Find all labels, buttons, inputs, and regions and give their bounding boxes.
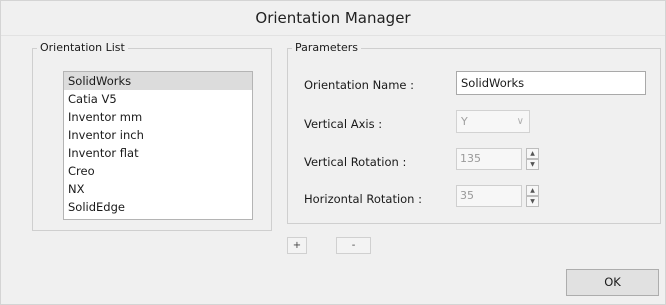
list-item-catia-v5[interactable]: Catia V5: [64, 90, 252, 108]
caret-down-icon: ▼: [530, 198, 535, 205]
orientation-manager-window: Orientation Manager Orientation List Sol…: [0, 0, 666, 305]
orientation-listbox[interactable]: SolidWorks Catia V5 Inventor mm Inventor…: [63, 71, 253, 220]
list-item-inventor-inch[interactable]: Inventor inch: [64, 126, 252, 144]
vertical-axis-label: Vertical Axis :: [304, 117, 383, 131]
vertical-rotation-increment-button[interactable]: ▲: [526, 148, 539, 159]
vertical-rotation-label: Vertical Rotation :: [304, 155, 407, 169]
list-item-inventor-flat[interactable]: Inventor flat: [64, 144, 252, 162]
chevron-down-icon: ∨: [516, 116, 524, 127]
list-item-inventor-mm[interactable]: Inventor mm: [64, 108, 252, 126]
vertical-rotation-field[interactable]: 135: [456, 148, 522, 170]
orientation-name-field[interactable]: SolidWorks: [456, 71, 646, 95]
remove-orientation-button[interactable]: -: [336, 237, 371, 254]
list-item-solidworks[interactable]: SolidWorks: [64, 72, 252, 90]
vertical-axis-select[interactable]: Y ∨: [456, 110, 530, 133]
horizontal-rotation-increment-button[interactable]: ▲: [526, 185, 539, 196]
horizontal-rotation-label: Horizontal Rotation :: [304, 192, 422, 206]
list-item-solidedge[interactable]: SolidEdge: [64, 198, 252, 216]
horizontal-rotation-field[interactable]: 35: [456, 185, 522, 207]
vertical-axis-value: Y: [461, 115, 468, 128]
vertical-rotation-decrement-button[interactable]: ▼: [526, 159, 539, 170]
orientation-name-label: Orientation Name :: [304, 78, 415, 92]
ok-button[interactable]: OK: [566, 269, 659, 296]
orientation-list-group: Orientation List SolidWorks Catia V5 Inv…: [32, 41, 272, 231]
parameters-group: Parameters Orientation Name : SolidWorks…: [287, 41, 661, 224]
add-orientation-button[interactable]: +: [287, 237, 307, 254]
parameters-legend: Parameters: [292, 41, 361, 54]
horizontal-rotation-decrement-button[interactable]: ▼: [526, 196, 539, 207]
orientation-list-legend: Orientation List: [37, 41, 128, 54]
window-title: Orientation Manager: [1, 1, 665, 36]
caret-up-icon: ▲: [530, 187, 535, 194]
caret-up-icon: ▲: [530, 150, 535, 157]
list-item-nx[interactable]: NX: [64, 180, 252, 198]
caret-down-icon: ▼: [530, 161, 535, 168]
list-item-creo[interactable]: Creo: [64, 162, 252, 180]
